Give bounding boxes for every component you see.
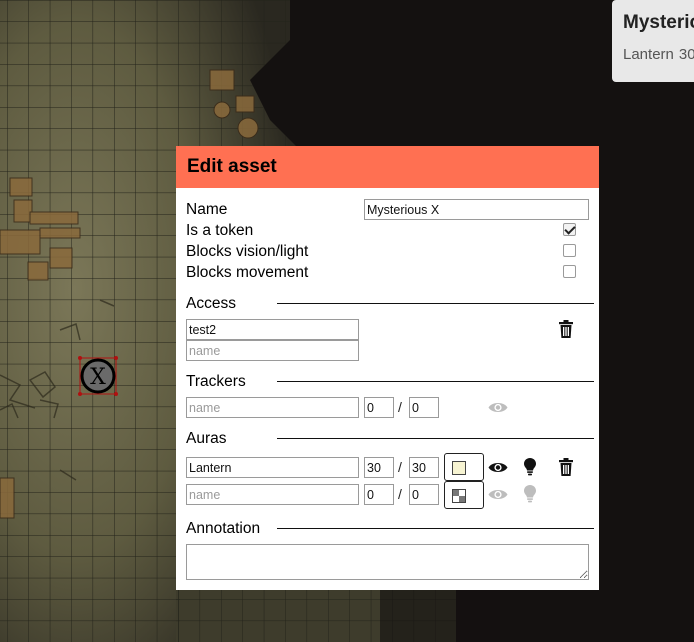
blocks-movement-checkbox[interactable] <box>563 265 576 278</box>
blocks-movement-label: Blocks movement <box>186 264 309 281</box>
trash-icon[interactable] <box>558 458 574 476</box>
name-label: Name <box>186 201 228 218</box>
aura-name-input[interactable] <box>186 457 359 478</box>
aura-color-picker[interactable] <box>444 453 484 481</box>
modal-header[interactable]: Edit asset <box>176 146 599 188</box>
eye-icon[interactable] <box>488 461 508 474</box>
aura-new-name-input[interactable] <box>186 484 359 505</box>
is-token-checkbox[interactable] <box>563 223 576 236</box>
lightbulb-icon[interactable] <box>524 485 536 503</box>
tracker-value-input[interactable] <box>364 397 394 418</box>
is-token-label: Is a token <box>186 222 254 239</box>
token-glyph: X <box>90 365 106 390</box>
asset-info-aura: Lantern 30 <box>623 46 694 63</box>
asset-info-card: Mysterious X Lantern30 <box>612 0 694 82</box>
access-new-input[interactable] <box>186 340 359 361</box>
tracker-name-input[interactable] <box>186 397 359 418</box>
asset-info-title: Mysterious X <box>623 12 694 33</box>
tracker-separator: / <box>398 399 402 415</box>
eye-icon[interactable] <box>488 401 508 414</box>
trackers-heading: Trackers <box>186 373 246 390</box>
name-input[interactable] <box>364 199 589 220</box>
aura-separator: / <box>398 459 402 475</box>
aura-new-value-input[interactable] <box>364 484 394 505</box>
auras-divider <box>277 438 594 439</box>
aura-color-swatch <box>452 461 466 475</box>
tracker-max-input[interactable] <box>409 397 439 418</box>
access-divider <box>277 303 594 304</box>
annotation-divider <box>277 528 594 529</box>
aura-new-color-picker[interactable] <box>444 481 484 509</box>
blocks-vision-label: Blocks vision/light <box>186 243 309 260</box>
annotation-textarea[interactable] <box>186 544 589 580</box>
trash-icon[interactable] <box>558 320 574 338</box>
asset-info-aura-value: 30 <box>678 46 694 63</box>
auras-heading: Auras <box>186 430 227 447</box>
annotation-heading: Annotation <box>186 520 261 537</box>
trackers-divider <box>277 381 594 382</box>
aura-new-dim-input[interactable] <box>409 484 439 505</box>
modal-title: Edit asset <box>187 156 277 177</box>
aura-new-separator: / <box>398 486 402 502</box>
asset-info-aura-name: Lantern <box>623 46 674 63</box>
blocks-vision-checkbox[interactable] <box>563 244 576 257</box>
access-heading: Access <box>186 295 236 312</box>
eye-icon[interactable] <box>488 488 508 501</box>
aura-value-input[interactable] <box>364 457 394 478</box>
aura-new-color-swatch <box>452 489 466 503</box>
access-entry-input[interactable] <box>186 319 359 340</box>
aura-dim-input[interactable] <box>409 457 439 478</box>
lightbulb-icon[interactable] <box>524 458 536 476</box>
edit-asset-modal: Edit asset Name Is a token Blocks vision… <box>176 146 599 590</box>
